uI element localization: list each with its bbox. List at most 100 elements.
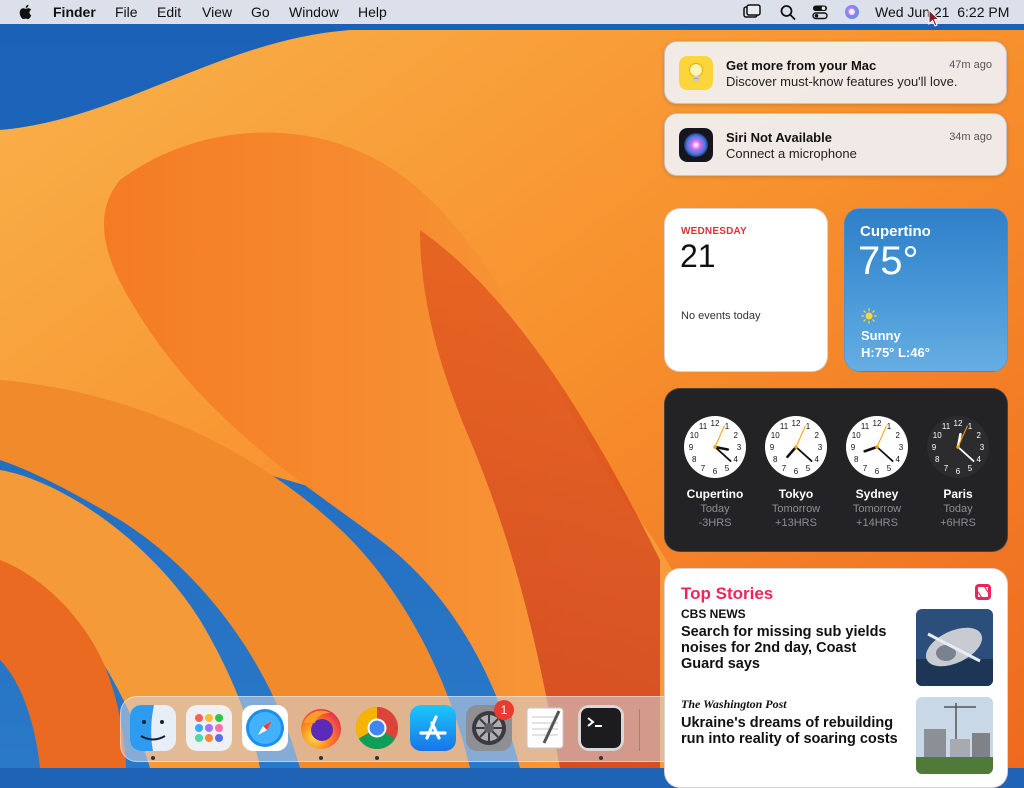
clock-numeral: 9: [689, 443, 694, 452]
clock-day: Tomorrow: [852, 503, 902, 515]
clock-numeral: 7: [782, 464, 787, 473]
clock-day: Today: [700, 503, 730, 515]
chrome-icon[interactable]: [354, 705, 400, 751]
dock: [120, 696, 680, 762]
clock-center-pin: [713, 445, 717, 449]
clock-numeral: 4: [977, 455, 982, 464]
weather-high-low: H:75° L:46°: [861, 345, 930, 360]
clock-numeral: 4: [896, 455, 901, 464]
control-center-icon[interactable]: [811, 4, 829, 20]
clock-offset: +6HRS: [940, 517, 976, 529]
news-headline: Search for missing sub yields noises for…: [681, 624, 887, 672]
weather-temperature: 75°: [858, 239, 919, 283]
launchpad-icon[interactable]: [186, 705, 232, 751]
news-widget[interactable]: Top Stories CBS NEWS Search for missing …: [664, 568, 1008, 788]
clock-numeral: 7: [701, 464, 706, 473]
screen-mirroring-icon[interactable]: [743, 4, 761, 20]
clock-numeral: 5: [887, 464, 892, 473]
clock-numeral: 5: [968, 464, 973, 473]
textedit-icon[interactable]: [522, 705, 568, 751]
calendar-widget[interactable]: WEDNESDAY 21 No events today: [664, 208, 828, 372]
clock-numeral: 3: [899, 443, 904, 452]
notification-tips[interactable]: Get more from your Mac Discover must-kno…: [664, 41, 1007, 104]
clock-numeral: 1: [806, 422, 811, 431]
clock-numeral: 3: [818, 443, 823, 452]
weather-widget[interactable]: Cupertino 75° Sunny H:75° L:46°: [844, 208, 1008, 372]
clock-numeral: 10: [771, 431, 780, 440]
notification-time: 34m ago: [949, 131, 992, 143]
clock-numeral: 4: [734, 455, 739, 464]
clock-numeral: 1: [887, 422, 892, 431]
clock-offset: +13HRS: [775, 517, 817, 529]
notification-body: Connect a microphone: [726, 146, 857, 161]
world-clock-tokyo: 1 2 3 4 5 6 7 8 9 10 11 12 Tokyo Tomorrow +13HRS: [756, 415, 836, 529]
news-thumbnail-ukraine: [916, 697, 993, 774]
clock-numeral: 12: [954, 419, 963, 428]
clock-numeral: 2: [977, 431, 982, 440]
mouse-cursor: [928, 9, 940, 27]
running-indicator: [319, 756, 323, 760]
clock-numeral: 11: [942, 422, 951, 431]
news-header: Top Stories: [681, 584, 774, 603]
clock-numeral: 5: [725, 464, 730, 473]
news-source: The Washington Post: [681, 697, 787, 711]
running-indicator: [599, 756, 603, 760]
spotlight-search-icon[interactable]: [779, 4, 797, 20]
terminal-icon[interactable]: [578, 705, 624, 751]
siri-icon[interactable]: [843, 4, 861, 20]
apple-news-icon: [975, 584, 991, 600]
clock-numeral: 9: [851, 443, 856, 452]
clock-numeral: 12: [792, 419, 801, 428]
clock-numeral: 6: [713, 467, 718, 476]
clock-numeral: 11: [780, 422, 789, 431]
menubar-clock[interactable]: Wed Jun 21 6:22 PM: [875, 4, 1009, 20]
analog-clock-face: 1234567891011 12: [765, 416, 827, 478]
siri-icon: [679, 128, 713, 162]
firefox-icon[interactable]: [298, 705, 344, 751]
news-source: CBS NEWS: [681, 607, 746, 621]
notification-siri[interactable]: Siri Not Available Connect a microphone …: [664, 113, 1007, 176]
clock-numeral: 1: [968, 422, 973, 431]
calendar-weekday: WEDNESDAY: [681, 226, 747, 237]
news-story[interactable]: CBS NEWS Search for missing sub yields n…: [681, 607, 901, 672]
notification-time: 47m ago: [949, 59, 992, 71]
apple-logo-icon[interactable]: [18, 3, 34, 21]
clock-numeral: 7: [944, 464, 949, 473]
clock-center-pin: [875, 445, 879, 449]
news-story[interactable]: The Washington Post Ukraine's dreams of …: [681, 697, 901, 747]
menu-view[interactable]: View: [202, 4, 232, 20]
menu-file[interactable]: File: [115, 4, 138, 20]
clock-day: Tomorrow: [771, 503, 821, 515]
sun-icon: [861, 308, 877, 324]
clock-center-pin: [956, 445, 960, 449]
running-indicator: [151, 756, 155, 760]
clock-numeral: 3: [737, 443, 742, 452]
app-store-icon[interactable]: [410, 705, 456, 751]
clock-numeral: 6: [956, 467, 961, 476]
clock-numeral: 10: [690, 431, 699, 440]
world-clock-widget[interactable]: 1 2 3 4 5 6 7 8 9 10 11 12 Cupertino Today -3HRS 12…: [664, 388, 1008, 552]
clock-numeral: 12: [711, 419, 720, 428]
notification-title: Get more from your Mac: [726, 58, 877, 73]
news-headline: Ukraine's dreams of rebuilding run into …: [681, 715, 898, 747]
clock-numeral: 7: [863, 464, 868, 473]
clock-city: Cupertino: [686, 487, 744, 501]
app-name-menu[interactable]: Finder: [53, 4, 96, 20]
menu-help[interactable]: Help: [358, 4, 387, 20]
calendar-events-text: No events today: [681, 310, 761, 322]
notification-body: Discover must-know features you'll love.: [726, 74, 958, 89]
clock-numeral: 11: [699, 422, 708, 431]
clock-day: Today: [943, 503, 973, 515]
world-clock-sydney: 1 2 3 4 5 6 7 8 9 10 11 12 Sydney Tomorrow +14HRS: [837, 415, 917, 529]
clock-numeral: 4: [815, 455, 820, 464]
clock-numeral: 5: [806, 464, 811, 473]
clock-numeral: 8: [773, 455, 778, 464]
clock-city: Tokyo: [778, 487, 814, 501]
menu-window[interactable]: Window: [289, 4, 339, 20]
dock-separator: [639, 709, 640, 751]
menu-edit[interactable]: Edit: [157, 4, 181, 20]
clock-offset: +14HRS: [856, 517, 898, 529]
safari-icon[interactable]: [242, 705, 288, 751]
menu-go[interactable]: Go: [251, 4, 270, 20]
finder-icon[interactable]: [130, 705, 176, 751]
